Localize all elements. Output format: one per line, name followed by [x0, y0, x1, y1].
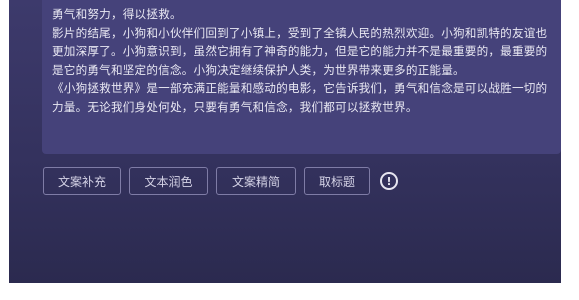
polish-text-button[interactable]: 文本润色 [129, 167, 208, 195]
condense-text-button[interactable]: 文案精简 [216, 167, 296, 195]
story-paragraph-3: 《小狗拯救世界》是一部充满正能量和感动的电影，它告诉我们，勇气和信念是可以战胜一… [52, 81, 548, 114]
story-paragraph-2: 影片的结尾，小狗和小伙伴们回到了小镇上，受到了全镇人民的热烈欢迎。小狗和凯特的友… [52, 25, 548, 77]
info-icon[interactable]: ! [380, 172, 398, 190]
app-window: 勇气和努力，得以拯救。 影片的结尾，小狗和小伙伴们回到了小镇上，受到了全镇人民的… [9, 0, 561, 283]
story-paragraph-1: 勇气和努力，得以拯救。 [52, 7, 182, 21]
supplement-text-button[interactable]: 文案补充 [43, 167, 121, 195]
generated-text-panel: 勇气和努力，得以拯救。 影片的结尾，小狗和小伙伴们回到了小镇上，受到了全镇人民的… [42, 0, 561, 154]
generate-title-button[interactable]: 取标题 [304, 167, 370, 195]
generated-text: 勇气和努力，得以拯救。 影片的结尾，小狗和小伙伴们回到了小镇上，受到了全镇人民的… [52, 5, 554, 117]
action-toolbar: 文案补充 文本润色 文案精简 取标题 ! [43, 166, 398, 196]
